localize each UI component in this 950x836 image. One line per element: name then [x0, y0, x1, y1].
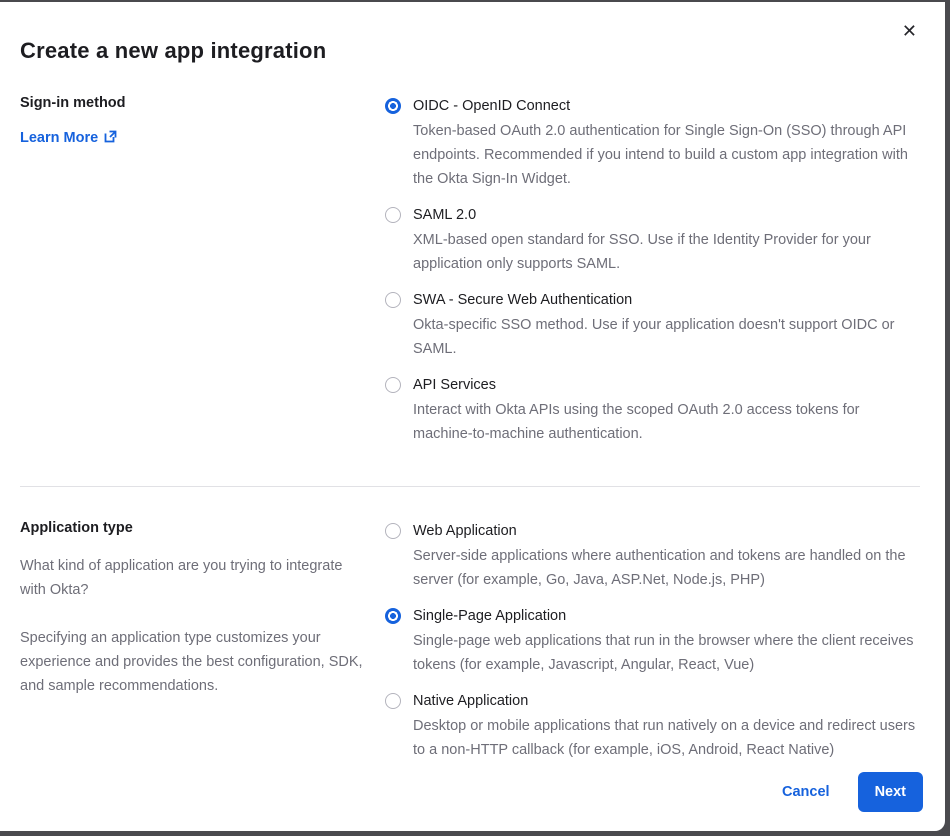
create-app-integration-dialog: ✕ Create a new app integration Sign-in m…	[0, 2, 945, 831]
radio-option-swa[interactable]: SWA - Secure Web Authentication Okta-spe…	[385, 289, 920, 361]
option-description-saml: XML-based open standard for SSO. Use if …	[413, 228, 920, 276]
signin-method-section: Sign-in method Learn More	[20, 95, 920, 459]
radio-option-single-page-application[interactable]: Single-Page Application Single-page web …	[385, 605, 920, 677]
application-type-options: Web Application Server-side applications…	[385, 520, 920, 775]
radio-button-web-application[interactable]	[385, 523, 401, 539]
option-body: Single-Page Application Single-page web …	[413, 605, 920, 677]
radio-button-saml[interactable]	[385, 207, 401, 223]
application-type-heading: Application type	[20, 520, 365, 536]
option-description-web-application: Server-side applications where authentic…	[413, 544, 920, 592]
application-type-explanation: Specifying an application type customize…	[20, 626, 365, 698]
dialog-footer: Cancel Next	[782, 772, 923, 812]
learn-more-label: Learn More	[20, 130, 98, 146]
option-label-native-application: Native Application	[413, 690, 920, 712]
dialog-title: Create a new app integration	[20, 38, 920, 64]
signin-method-heading: Sign-in method	[20, 95, 365, 111]
radio-option-web-application[interactable]: Web Application Server-side applications…	[385, 520, 920, 592]
cancel-button[interactable]: Cancel	[782, 784, 830, 800]
dialog-content: Create a new app integration Sign-in met…	[0, 2, 945, 775]
option-description-native-application: Desktop or mobile applications that run …	[413, 714, 920, 762]
application-type-question: What kind of application are you trying …	[20, 554, 365, 602]
option-description-single-page-application: Single-page web applications that run in…	[413, 629, 920, 677]
application-type-section: Application type What kind of applicatio…	[20, 520, 920, 775]
option-description-api-services: Interact with Okta APIs using the scoped…	[413, 398, 920, 446]
signin-method-left-column: Sign-in method Learn More	[20, 95, 385, 459]
option-description-oidc: Token-based OAuth 2.0 authentication for…	[413, 119, 920, 191]
option-body: SWA - Secure Web Authentication Okta-spe…	[413, 289, 920, 361]
learn-more-link[interactable]: Learn More	[20, 130, 117, 147]
close-icon[interactable]: ✕	[902, 22, 917, 40]
section-divider	[20, 486, 920, 487]
option-label-single-page-application: Single-Page Application	[413, 605, 920, 627]
option-body: API Services Interact with Okta APIs usi…	[413, 374, 920, 446]
option-body: OIDC - OpenID Connect Token-based OAuth …	[413, 95, 920, 191]
radio-button-native-application[interactable]	[385, 693, 401, 709]
option-body: Web Application Server-side applications…	[413, 520, 920, 592]
option-body: SAML 2.0 XML-based open standard for SSO…	[413, 204, 920, 276]
radio-option-saml[interactable]: SAML 2.0 XML-based open standard for SSO…	[385, 204, 920, 276]
option-label-oidc: OIDC - OpenID Connect	[413, 95, 920, 117]
application-type-left-column: Application type What kind of applicatio…	[20, 520, 385, 775]
radio-option-oidc[interactable]: OIDC - OpenID Connect Token-based OAuth …	[385, 95, 920, 191]
external-link-icon	[104, 130, 117, 147]
option-label-saml: SAML 2.0	[413, 204, 920, 226]
radio-button-swa[interactable]	[385, 292, 401, 308]
signin-method-options: OIDC - OpenID Connect Token-based OAuth …	[385, 95, 920, 459]
option-label-web-application: Web Application	[413, 520, 920, 542]
radio-option-native-application[interactable]: Native Application Desktop or mobile app…	[385, 690, 920, 762]
option-description-swa: Okta-specific SSO method. Use if your ap…	[413, 313, 920, 361]
option-label-swa: SWA - Secure Web Authentication	[413, 289, 920, 311]
radio-button-api-services[interactable]	[385, 377, 401, 393]
option-label-api-services: API Services	[413, 374, 920, 396]
option-body: Native Application Desktop or mobile app…	[413, 690, 920, 762]
next-button[interactable]: Next	[858, 772, 923, 812]
radio-button-oidc[interactable]	[385, 98, 401, 114]
radio-option-api-services[interactable]: API Services Interact with Okta APIs usi…	[385, 374, 920, 446]
radio-button-single-page-application[interactable]	[385, 608, 401, 624]
